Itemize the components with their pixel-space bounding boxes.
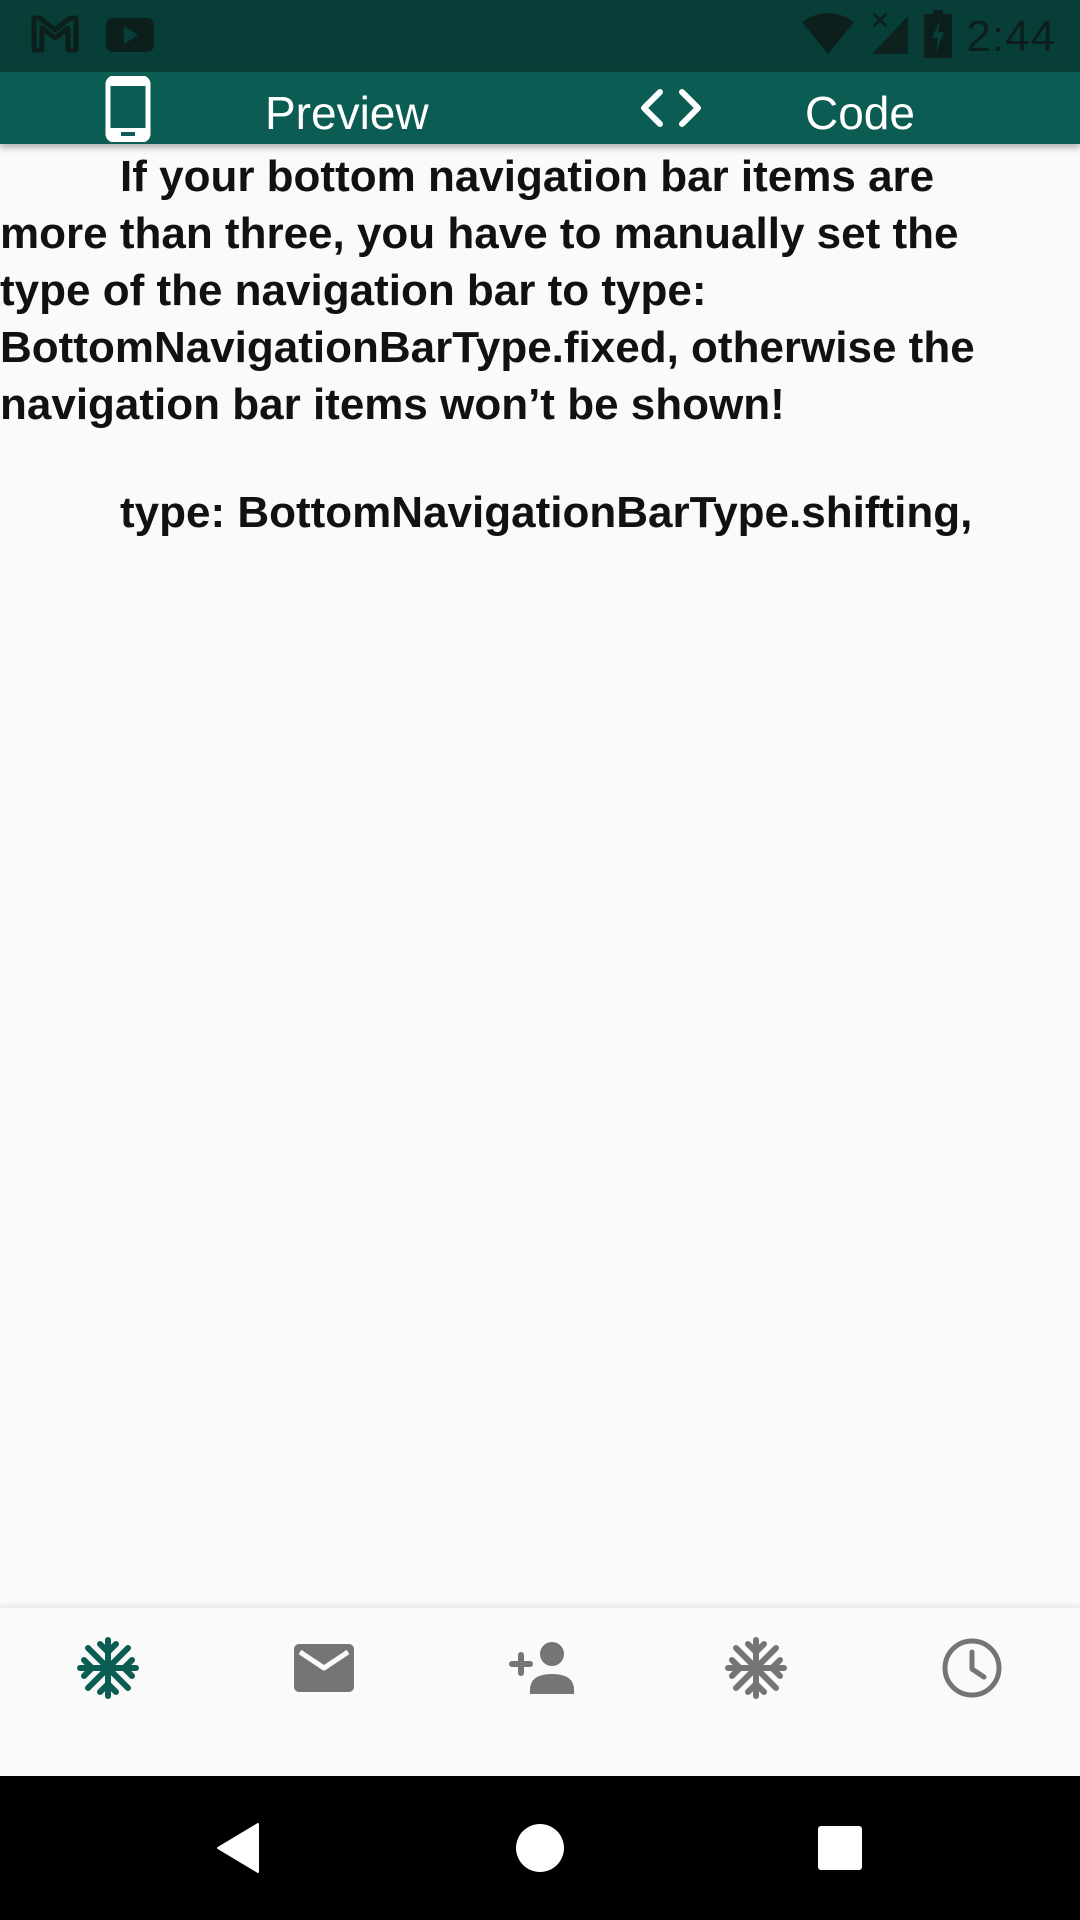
phone-icon — [104, 75, 152, 147]
system-status-icons: 2:44 — [800, 10, 1056, 63]
bottom-nav-item-5[interactable] — [864, 1608, 1080, 1776]
tab-code-label: Code — [805, 87, 915, 139]
bottom-nav-item-4[interactable] — [648, 1608, 864, 1776]
youtube-icon — [104, 14, 156, 59]
back-button[interactable] — [180, 1776, 300, 1920]
battery-charging-icon — [924, 10, 953, 63]
description-text: If your bottom navigation bar items are … — [0, 152, 975, 429]
home-icon — [516, 1824, 564, 1872]
person-add-icon — [509, 1642, 574, 1694]
bottom-navigation-bar — [0, 1606, 1080, 1776]
gmail-icon — [30, 14, 80, 59]
preview-content: If your bottom navigation bar items are … — [0, 144, 1080, 1606]
code-snippet: type: BottomNavigationBarType.shifting, — [120, 488, 973, 537]
cell-signal-icon — [870, 12, 910, 61]
recents-button[interactable] — [780, 1776, 900, 1920]
system-navigation-bar — [0, 1776, 1080, 1920]
wifi-icon — [800, 12, 856, 61]
status-time: 2:44 — [966, 11, 1056, 61]
home-button[interactable] — [480, 1776, 600, 1920]
ac-unit-icon — [77, 1637, 139, 1699]
status-bar: 2:44 — [0, 0, 1080, 72]
app-bar: Preview Code — [0, 72, 1080, 144]
code-icon — [638, 88, 704, 133]
bottom-nav-item-1[interactable] — [0, 1608, 216, 1776]
bottom-nav-item-2[interactable] — [216, 1608, 432, 1776]
mail-icon — [294, 1644, 354, 1692]
tab-code[interactable]: Code — [540, 72, 1080, 144]
notification-icons — [30, 14, 156, 59]
tab-preview-label: Preview — [265, 87, 429, 139]
ac-unit-icon — [725, 1637, 787, 1699]
back-icon — [217, 1823, 259, 1873]
recents-icon — [818, 1826, 862, 1870]
bottom-nav-item-3[interactable] — [432, 1608, 648, 1776]
clock-icon — [942, 1638, 1002, 1698]
tab-preview[interactable]: Preview — [0, 72, 540, 144]
